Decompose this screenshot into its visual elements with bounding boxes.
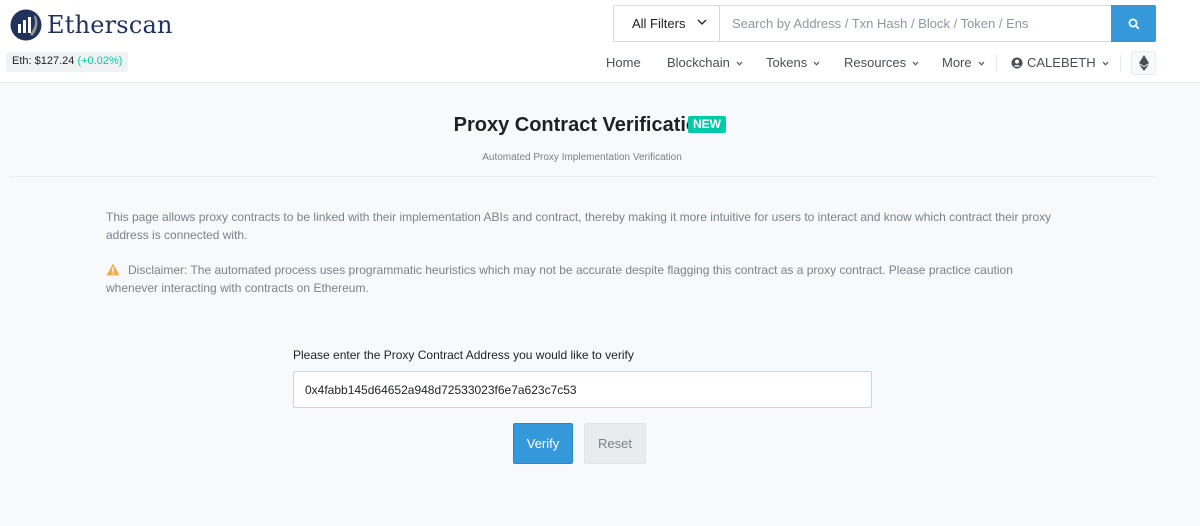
nav-resources-label: Resources: [844, 55, 907, 70]
nav-more-label: More: [942, 55, 972, 70]
chevron-down-icon: [1102, 61, 1109, 66]
nav-user-menu[interactable]: CALEBETH: [1011, 52, 1109, 74]
divider: [10, 176, 1156, 177]
chevron-down-icon: [912, 61, 919, 66]
nav-divider: [1120, 55, 1121, 72]
address-field-label: Please enter the Proxy Contract Address …: [293, 348, 634, 362]
warning-icon: [106, 263, 120, 276]
etherscan-logo[interactable]: Etherscan: [10, 9, 173, 41]
site-header: Etherscan Eth: $127.24 (+0.02%) All Filt…: [0, 0, 1200, 83]
chevron-down-icon: [736, 61, 743, 66]
nav-home-label: Home: [606, 55, 641, 70]
nav-more[interactable]: More: [942, 52, 985, 74]
nav-divider: [996, 55, 997, 72]
network-switch-button[interactable]: [1131, 51, 1156, 75]
reset-button[interactable]: Reset: [584, 423, 646, 464]
main-nav: Home Blockchain Tokens Resources More CA…: [0, 52, 1200, 74]
etherscan-logo-icon: [10, 9, 42, 41]
proxy-address-input[interactable]: [293, 371, 872, 408]
search-button[interactable]: [1111, 5, 1156, 42]
ethereum-icon: [1138, 55, 1149, 71]
search-icon: [1128, 18, 1139, 29]
chevron-down-icon: [813, 61, 820, 66]
nav-home[interactable]: Home: [606, 52, 641, 74]
new-badge: NEW: [688, 116, 726, 133]
search-input[interactable]: [720, 6, 1111, 41]
nav-resources[interactable]: Resources: [844, 52, 919, 74]
disclaimer-text: Disclaimer: The automated process uses p…: [106, 263, 1013, 295]
search-filter-select[interactable]: All Filters: [614, 6, 720, 41]
nav-blockchain[interactable]: Blockchain: [667, 52, 743, 74]
page-description: This page allows proxy contracts to be l…: [106, 210, 1052, 242]
chevron-down-icon: [697, 19, 707, 25]
chevron-down-icon: [978, 61, 985, 66]
nav-tokens[interactable]: Tokens: [766, 52, 820, 74]
nav-blockchain-label: Blockchain: [667, 55, 730, 70]
search-filter-label: All Filters: [632, 16, 686, 31]
nav-user-label: CALEBETH: [1027, 55, 1096, 70]
brand-name: Etherscan: [47, 11, 173, 39]
search-bar: All Filters: [613, 5, 1156, 42]
page-title: Proxy Contract Verification: [453, 114, 711, 136]
nav-tokens-label: Tokens: [766, 55, 808, 70]
user-circle-icon: [1011, 57, 1023, 69]
disclaimer: Disclaimer: The automated process uses p…: [106, 261, 1066, 297]
verify-button[interactable]: Verify: [513, 423, 573, 464]
page-subtitle: Automated Proxy Implementation Verificat…: [482, 152, 682, 163]
page-header: Proxy Contract Verification: [0, 114, 1164, 137]
